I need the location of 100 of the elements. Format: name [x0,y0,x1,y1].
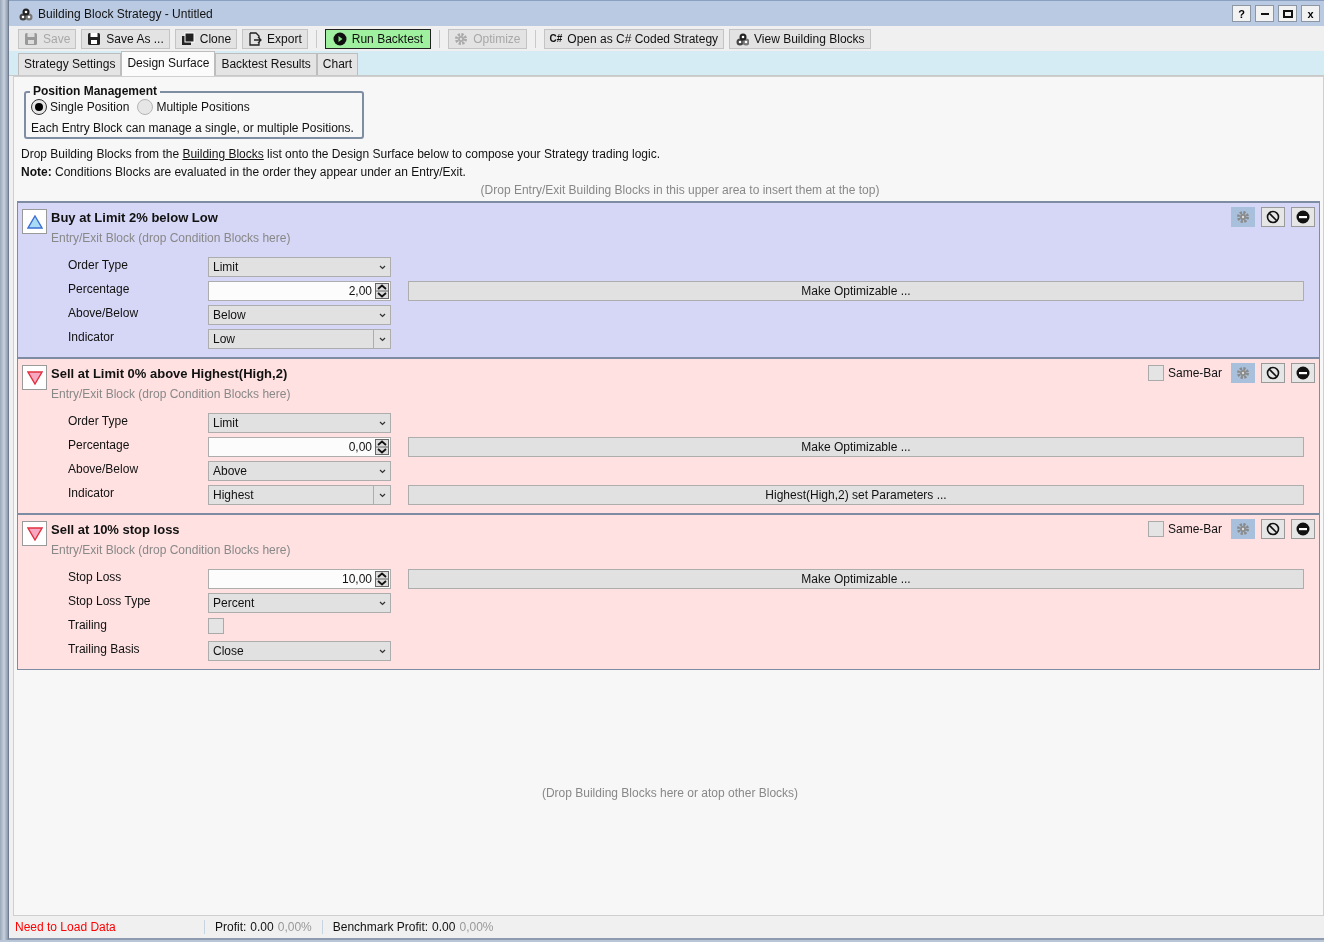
play-icon [332,31,347,46]
tab[interactable]: Strategy Settings [18,53,122,75]
chevron-down-icon [378,420,386,426]
group-title: Position Management [30,84,160,98]
field-label: Percentage [67,438,131,452]
dropdown[interactable]: Close [208,641,391,661]
spinner-arrows-icon [375,439,389,455]
profit-value: 0.00 [250,920,274,934]
block-subtitle: Entry/Exit Block (drop Condition Blocks here) [51,543,291,557]
gear-icon [454,31,469,46]
field-label: Stop Loss [67,570,123,584]
floppy-icon [24,31,38,46]
dropdown[interactable]: Percent [208,593,391,613]
toolbar-button[interactable]: C# Open as C# Coded Strategy [543,28,725,49]
instruction-text: Drop Building Blocks from the Building Blocks list onto the Design Surface below to compose your Strategy trading logic. [21,147,661,161]
settings-icon [1236,366,1250,380]
help-button[interactable]: ? [1232,5,1251,22]
profit-percent: 0,00% [277,920,312,934]
remove-button[interactable] [1291,519,1315,539]
toolbar-button[interactable]: View Building Blocks [729,28,871,49]
prohibited-icon [1266,210,1280,224]
radio-option[interactable]: Single Position [31,99,130,115]
checkbox[interactable] [208,617,224,634]
tab[interactable]: Design Surface [121,51,216,76]
block-subtitle: Entry/Exit Block (drop Condition Blocks here) [51,387,291,401]
field-label: Indicator [67,330,116,344]
drop-hint: (Drop Building Blocks here or atop other Blocks) [541,785,799,800]
close-button[interactable]: x [1301,5,1320,22]
copy-icon [180,31,195,46]
same-bar-checkbox[interactable]: Same-Bar [1147,365,1222,381]
maximize-button[interactable] [1278,5,1297,22]
tab[interactable]: Backtest Results [215,53,317,75]
action-button[interactable]: Make Optimizable ... [408,281,1304,301]
dropdown[interactable]: Above [208,461,391,481]
field-label: Trailing Basis [67,642,141,656]
benchmark-percent: 0,00% [459,920,494,934]
dropdown[interactable]: Highest [208,485,391,505]
remove-button[interactable] [1291,363,1315,383]
prohibited-icon [1266,522,1280,536]
disable-button[interactable] [1261,519,1285,539]
chevron-down-icon [378,492,386,498]
dropdown[interactable]: Below [208,305,391,325]
building-blocks-link[interactable]: Building Blocks [182,147,264,161]
minus-circle-icon [1296,522,1310,536]
export-icon [248,31,263,46]
number-field[interactable]: 2,00 [208,281,391,301]
spinner-arrows-icon [375,571,389,587]
drop-hint: (Drop Entry/Exit Building Blocks in this upper area to insert them at the top) [479,183,881,197]
chevron-down-icon [378,648,386,654]
block-subtitle: Entry/Exit Block (drop Condition Blocks here) [51,231,291,245]
number-field[interactable]: 0,00 [208,437,391,457]
number-field[interactable]: 10,00 [208,569,391,589]
triangle-down-icon [26,370,43,385]
profit-label: Profit: [215,920,247,934]
radio-option[interactable]: Multiple Positions [137,99,250,115]
prohibited-icon [1266,366,1280,380]
block-title: Buy at Limit 2% below Low [51,210,219,225]
toolbar-button[interactable]: Run Backtest [324,28,432,49]
settings-icon [1236,522,1250,536]
csharp-icon: C# [549,33,563,44]
dropdown[interactable]: Low [208,329,391,349]
field-label: Indicator [67,486,116,500]
minimize-icon [1260,12,1269,15]
triangle-down-icon [26,526,43,541]
chevron-down-icon [378,264,386,270]
action-button[interactable]: Make Optimizable ... [408,437,1304,457]
minimize-button[interactable] [1255,5,1274,22]
disable-button[interactable] [1261,207,1285,227]
field-label: Above/Below [67,462,140,476]
field-label: Percentage [67,282,131,296]
toolbar-button[interactable]: Export [242,28,308,49]
field-label: Above/Below [67,306,140,320]
action-button[interactable]: Highest(High,2) set Parameters ... [408,485,1304,505]
dropdown[interactable]: Limit [208,413,391,433]
dropdown[interactable]: Limit [208,257,391,277]
toolbar-button[interactable]: Clone [174,28,238,49]
block-title: Sell at 10% stop loss [51,522,181,537]
blocks-icon [18,6,34,21]
same-bar-checkbox[interactable]: Same-Bar [1147,521,1222,537]
chevron-down-icon [378,468,386,474]
field-label: Stop Loss Type [67,594,152,608]
block-title: Sell at Limit 0% above Highest(High,2) [51,366,289,381]
benchmark-value: 0.00 [432,920,456,934]
remove-button[interactable] [1291,207,1315,227]
tab[interactable]: Chart [316,53,359,75]
chevron-down-icon [378,336,386,342]
status-message: Need to Load Data [14,920,117,934]
field-label: Order Type [67,414,129,428]
triangle-up-icon [26,214,43,229]
floppy-icon [87,31,102,46]
field-label: Trailing [67,618,108,632]
field-label: Order Type [67,258,129,272]
group-note: Each Entry Block can manage a single, or multiple Positions. [31,121,354,135]
action-button[interactable]: Make Optimizable ... [408,569,1304,589]
settings-icon [1236,210,1250,224]
minus-circle-icon [1296,366,1310,380]
chevron-down-icon [378,312,386,318]
toolbar-button[interactable]: Save As ... [81,28,170,49]
minus-circle-icon [1296,210,1310,224]
disable-button[interactable] [1261,363,1285,383]
